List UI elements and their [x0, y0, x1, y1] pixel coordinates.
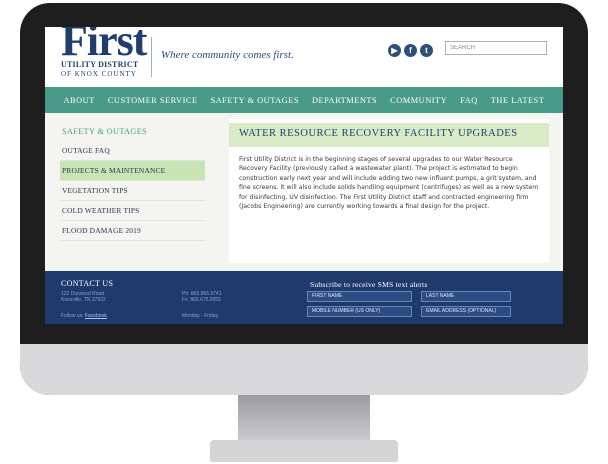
youtube-icon[interactable]: ▶ [388, 44, 401, 57]
contact-address: 122 Durwood Road Knoxville, TN 37922 [61, 291, 106, 303]
nav-item-about[interactable]: ABOUT [63, 96, 94, 105]
email-field[interactable]: EMAIL ADDRESS (OPTIONAL) [421, 306, 511, 317]
sidebar-item-projects-maintenance[interactable]: PROJECTS & MAINTENANCE [60, 161, 205, 181]
logo-subtitle: UTILITY DISTRICT [61, 60, 139, 69]
facebook-link[interactable]: Facebook [85, 313, 107, 319]
nav-item-the-latest[interactable]: THE LATEST [491, 96, 545, 105]
monitor-screen: First UTILITY DISTRICT OF KNOX COUNTY Wh… [45, 27, 563, 324]
page-title: WATER RESOURCE RECOVERY FACILITY UPGRADE… [239, 128, 518, 139]
sidebar-item-cold-weather-tips[interactable]: COLD WEATHER TIPS [60, 201, 205, 221]
sms-heading: Subscribe to receive SMS text alerts [310, 280, 428, 289]
logo-county: OF KNOX COUNTY [61, 70, 137, 78]
nav-item-customer-service[interactable]: CUSTOMER SERVICE [108, 96, 198, 105]
office-hours: Monday - Friday [182, 313, 219, 319]
address-line-2: Knoxville, TN 37922 [61, 297, 106, 303]
follow-us: Follow us: Facebook [61, 313, 107, 319]
monitor-stand-base [210, 440, 398, 462]
nav-item-community[interactable]: COMMUNITY [390, 96, 447, 105]
fax-line: Fx: 865.675.9955 [182, 297, 221, 303]
header-divider [151, 37, 152, 77]
tagline: Where community comes first. [161, 49, 294, 61]
nav-item-safety-outages[interactable]: SAFETY & OUTAGES [211, 96, 299, 105]
monitor-stand-neck [238, 395, 370, 440]
site-header: First UTILITY DISTRICT OF KNOX COUNTY Wh… [45, 27, 563, 87]
sidebar-item-flood-damage-2019[interactable]: FLOOD DAMAGE 2019 [60, 221, 205, 241]
first-name-field[interactable]: FIRST NAME [307, 291, 412, 302]
search-input[interactable] [445, 41, 547, 55]
follow-label: Follow us: [61, 313, 84, 319]
main-nav: ABOUT CUSTOMER SERVICE SAFETY & OUTAGES … [45, 87, 563, 113]
sidebar: SAFETY & OUTAGES OUTAGE FAQ PROJECTS & M… [60, 123, 205, 241]
site-footer: CONTACT US 122 Durwood Road Knoxville, T… [45, 271, 563, 324]
mobile-number-field[interactable]: MOBILE NUMBER (US ONLY) [307, 306, 412, 317]
sidebar-heading[interactable]: SAFETY & OUTAGES [60, 123, 205, 141]
sidebar-item-outage-faq[interactable]: OUTAGE FAQ [60, 141, 205, 161]
last-name-field[interactable]: LAST NAME [421, 291, 511, 302]
contact-phone: Ph: 865.966.9741 Fx: 865.675.9955 [182, 291, 221, 303]
monitor-chin [20, 344, 588, 395]
contact-heading: CONTACT US [61, 279, 114, 288]
article-title-bar: WATER RESOURCE RECOVERY FACILITY UPGRADE… [229, 123, 549, 147]
sidebar-item-vegetation-tips[interactable]: VEGETATION TIPS [60, 181, 205, 201]
article-body: First Utility District is in the beginni… [239, 156, 539, 211]
logo-wordmark[interactable]: First [61, 27, 147, 63]
nav-item-departments[interactable]: DEPARTMENTS [312, 96, 377, 105]
twitter-icon[interactable]: t [420, 44, 433, 57]
article-panel: WATER RESOURCE RECOVERY FACILITY UPGRADE… [229, 119, 549, 263]
facebook-icon[interactable]: f [404, 44, 417, 57]
nav-item-faq[interactable]: FAQ [460, 96, 478, 105]
